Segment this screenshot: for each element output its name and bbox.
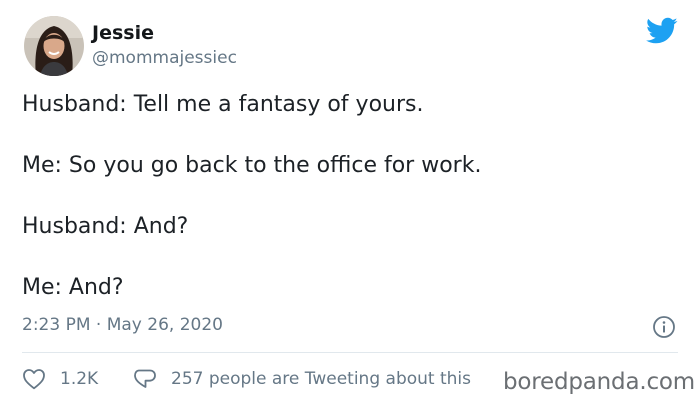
avatar[interactable] bbox=[24, 16, 84, 76]
tweet-line: Me: And? bbox=[22, 275, 124, 300]
tweet-timestamp[interactable]: 2:23 PM · May 26, 2020 bbox=[22, 315, 223, 335]
tweet-line: Husband: And? bbox=[22, 214, 189, 239]
info-icon[interactable] bbox=[652, 315, 676, 339]
tweet-line: Me: So you go back to the office for wor… bbox=[22, 153, 482, 178]
tweet-line: Husband: Tell me a fantasy of yours. bbox=[22, 92, 424, 117]
author-name[interactable]: Jessie bbox=[92, 22, 154, 44]
like-count: 1.2K bbox=[60, 369, 99, 389]
tweet-text: Husband: Tell me a fantasy of yours. Me:… bbox=[22, 90, 672, 303]
speech-bubble-icon bbox=[134, 369, 156, 388]
author-handle[interactable]: @mommajessiec bbox=[92, 48, 237, 68]
discussion-link[interactable]: 257 people are Tweeting about this bbox=[133, 367, 471, 391]
tweet-card: Jessie @mommajessiec Husband: Tell me a … bbox=[0, 0, 700, 406]
discussion-label: 257 people are Tweeting about this bbox=[171, 369, 471, 389]
twitter-bird-icon[interactable] bbox=[646, 17, 678, 45]
watermark: boredpanda.com bbox=[503, 369, 695, 395]
divider bbox=[22, 352, 678, 353]
heart-icon bbox=[23, 369, 45, 390]
like-button[interactable]: 1.2K bbox=[22, 367, 98, 391]
